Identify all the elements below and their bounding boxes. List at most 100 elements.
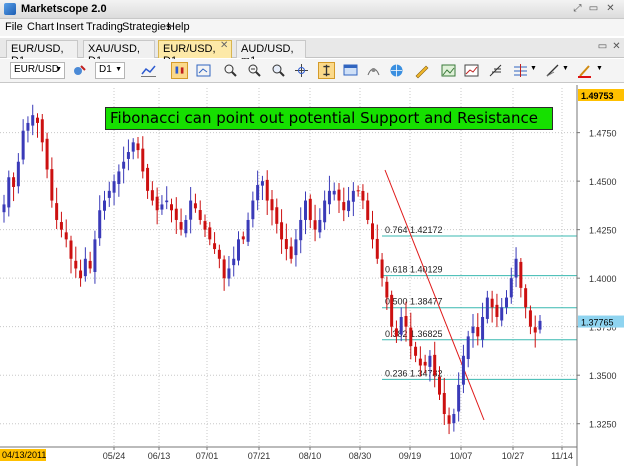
chart-type-icon[interactable] (140, 62, 157, 79)
candle-body (371, 223, 374, 240)
chevron-down-icon[interactable]: ▼ (562, 65, 569, 72)
brush-icon[interactable] (576, 62, 593, 79)
menu-chart[interactable]: Chart (27, 21, 54, 33)
chevron-down-icon[interactable]: ▼ (530, 65, 537, 72)
fibonacci-tool-icon[interactable] (487, 62, 504, 79)
candle-body (394, 328, 398, 337)
candle-body (299, 219, 303, 241)
zoom-out-icon[interactable] (246, 62, 263, 79)
candle-body (457, 384, 461, 412)
candle-body (98, 210, 102, 239)
candle-body (318, 219, 322, 233)
scroll-icon[interactable] (270, 62, 287, 79)
candle-body (418, 358, 422, 366)
close-icon[interactable]: ✕ (604, 3, 617, 15)
candle-body (438, 376, 441, 395)
x-tick-label: 05/24 (103, 451, 126, 461)
chart-tab-bar: EUR/USD, D1 XAU/USD, D1 EUR/USD, D1 ✕ AU… (0, 38, 624, 67)
draw-line-icon[interactable] (544, 62, 561, 79)
tab-menu-icon[interactable]: ▭ (596, 41, 609, 53)
grid-icon[interactable] (512, 62, 529, 79)
candle-body (93, 239, 97, 272)
symbol-value: EUR/USD (14, 64, 60, 75)
candle-body (490, 298, 494, 308)
candle-body (222, 259, 226, 279)
menu-trading[interactable]: Trading (86, 21, 123, 33)
candle-body (232, 258, 236, 266)
candle-body (64, 232, 68, 240)
candle-body (16, 161, 20, 187)
chart-window-icon[interactable] (463, 62, 480, 79)
crosshair-icon[interactable] (293, 62, 310, 79)
timeframe-select[interactable]: D1 ▼ (95, 62, 125, 79)
candle-body (409, 327, 413, 347)
candle-body (428, 355, 432, 367)
instrument-settings-icon[interactable] (70, 62, 87, 79)
candle-body (509, 278, 513, 298)
fib-level-label: 0.382 1.36825 (385, 329, 443, 339)
menu-insert[interactable]: Insert (56, 21, 84, 33)
cursor-icon[interactable] (318, 62, 335, 79)
image-icon[interactable] (440, 62, 457, 79)
candle-body (447, 415, 451, 424)
x-tick-label: 10/27 (502, 451, 525, 461)
candle-body (21, 130, 25, 160)
chart-canvas[interactable]: 0.764 1.42172 0.618 1.40129 0.500 1.38477 0… (0, 85, 624, 466)
x-tick-label: 10/07 (450, 451, 473, 461)
menu-help[interactable]: Help (167, 21, 190, 33)
candle-body (146, 167, 150, 191)
tab-xauusd-d1[interactable]: XAU/USD, D1 (83, 40, 155, 67)
pencil-icon[interactable] (413, 62, 430, 79)
globe-icon[interactable] (388, 62, 405, 79)
x-tick-label: 11/14 (551, 451, 573, 461)
app-logo-icon (4, 3, 16, 15)
x-tick-label: 09/19 (399, 451, 422, 461)
candle-body (280, 222, 284, 240)
annotation-label[interactable]: Fibonacci can point out potential Suppor… (105, 107, 553, 130)
restore-icon[interactable]: ⤢ (571, 3, 584, 15)
window-settings-icon[interactable] (342, 62, 359, 79)
menu-strategies[interactable]: Strategies (122, 21, 172, 33)
title-bar: Marketscope 2.0 ⤢ ▭ ✕ (0, 0, 624, 19)
x-tick-label: 06/13 (148, 451, 171, 461)
candle-body (79, 270, 83, 279)
candle-body (193, 203, 197, 209)
indicator-window-icon[interactable] (195, 62, 212, 79)
candle-body (294, 239, 298, 256)
maximize-icon[interactable]: ▭ (587, 3, 600, 15)
candle-body (131, 142, 135, 152)
candle-body (461, 355, 465, 385)
candle-body (40, 119, 44, 143)
menu-bar: File Chart Insert Trading Strategies Hel… (0, 19, 624, 36)
y-tick-label: 1.4750 (589, 129, 617, 139)
candle-body (50, 169, 54, 201)
symbol-select[interactable]: EUR/USD ▼ (10, 62, 65, 79)
candle-body (289, 246, 293, 259)
tab-window-close-icon[interactable]: ✕ (610, 41, 623, 53)
candle-body (45, 138, 49, 170)
y-tick-label: 1.3250 (589, 420, 617, 430)
candle-body (442, 392, 446, 415)
candle-body (26, 122, 30, 131)
tab-eurusd-d1[interactable]: EUR/USD, D1 (6, 40, 78, 67)
candle-body (313, 220, 317, 230)
candle-body (246, 219, 250, 242)
tab-audusd-m1[interactable]: AUD/USD, m1 (236, 40, 306, 67)
y-tick-label: 1.4250 (589, 226, 617, 236)
candle-body (471, 326, 475, 334)
candle-body (2, 204, 6, 213)
candle-body (524, 288, 528, 308)
chevron-down-icon[interactable]: ▼ (596, 65, 603, 72)
y-tick-label: 1.3500 (589, 371, 617, 381)
price-chart[interactable]: 0.764 1.42172 0.618 1.40129 0.500 1.38477 0… (0, 85, 624, 466)
high-price-label: 1.49753 (581, 91, 614, 101)
menu-file[interactable]: File (5, 21, 23, 33)
tab-close-icon[interactable]: ✕ (220, 40, 228, 51)
candle-body (500, 307, 504, 321)
candle-mode-icon[interactable] (171, 62, 188, 79)
zoom-in-icon[interactable] (222, 62, 239, 79)
candle-body (270, 199, 274, 211)
x-tick-label: 07/01 (196, 451, 219, 461)
signal-icon[interactable] (365, 62, 382, 79)
candle-body (155, 196, 159, 211)
